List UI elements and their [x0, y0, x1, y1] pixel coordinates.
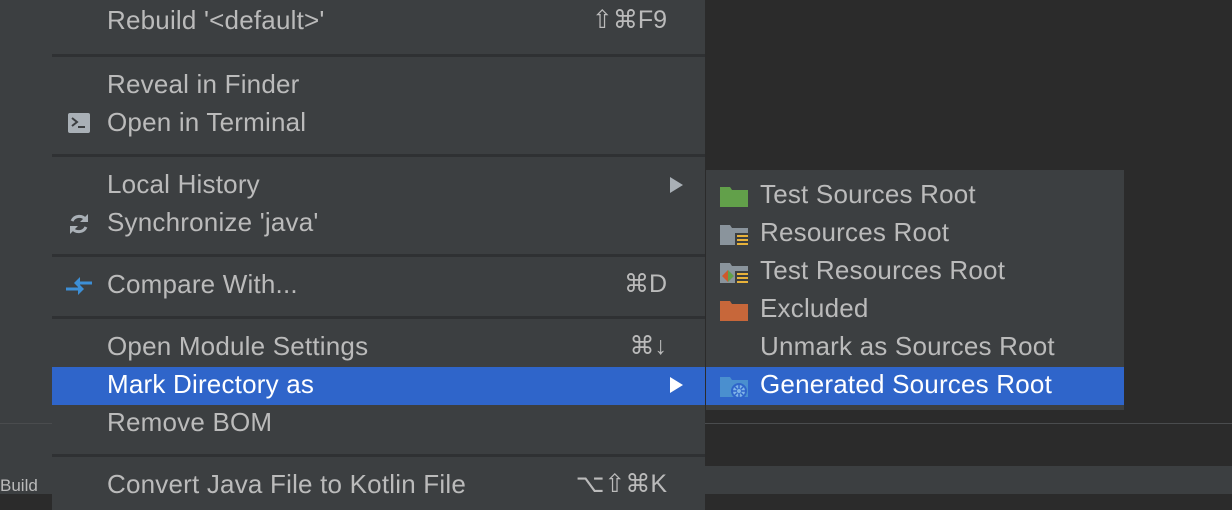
menu-item-local-history[interactable]: Local History — [52, 167, 705, 205]
compare-arrows-icon — [64, 273, 94, 299]
menu-separator — [52, 254, 705, 257]
menu-item-open-in-terminal[interactable]: Open in Terminal — [52, 105, 705, 143]
menu-item-label: Rebuild '<default>' — [107, 5, 325, 35]
menu-item-mark-directory-as[interactable]: Mark Directory as — [52, 367, 705, 405]
submenu-item-label: Unmark as Sources Root — [760, 331, 1055, 361]
submenu-item-resources-root[interactable]: Resources Root — [706, 215, 1124, 253]
menu-item-compare-with[interactable]: Compare With... ⌘D — [52, 267, 705, 305]
resources-folder-icon — [718, 221, 750, 249]
menu-separator — [52, 154, 705, 157]
menu-item-convert-java-to-kotlin[interactable]: Convert Java File to Kotlin File ⌥⇧⌘K — [52, 467, 705, 505]
context-menu: Rebuild '<default>' ⇧⌘F9 Reveal in Finde… — [52, 0, 705, 510]
menu-item-label: Convert Java File to Kotlin File — [107, 469, 466, 499]
menu-item-shortcut: ⌘D — [623, 270, 667, 298]
menu-item-label: Open in Terminal — [107, 107, 307, 137]
mark-directory-submenu: Test Sources Root Resources Root Test Re… — [706, 170, 1124, 410]
submenu-item-unmark-sources-root[interactable]: Unmark as Sources Root — [706, 329, 1124, 367]
menu-item-label: Remove BOM — [107, 407, 273, 437]
excluded-folder-icon — [718, 297, 750, 325]
menu-item-label: Local History — [107, 169, 260, 199]
sync-icon — [64, 211, 94, 237]
submenu-item-label: Resources Root — [760, 217, 950, 247]
terminal-icon — [64, 111, 94, 137]
build-tool-tab[interactable]: Build — [0, 476, 38, 496]
submenu-item-test-resources-root[interactable]: Test Resources Root — [706, 253, 1124, 291]
submenu-item-label: Test Sources Root — [760, 179, 976, 209]
menu-separator — [52, 316, 705, 319]
menu-separator — [52, 54, 705, 57]
menu-item-remove-bom[interactable]: Remove BOM — [52, 405, 705, 443]
menu-item-synchronize[interactable]: Synchronize 'java' — [52, 205, 705, 243]
menu-item-open-module-settings[interactable]: Open Module Settings ⌘↓ — [52, 329, 705, 367]
menu-separator — [52, 454, 705, 457]
generated-sources-folder-icon — [718, 373, 750, 401]
menu-item-label: Compare With... — [107, 269, 298, 299]
submenu-item-label: Test Resources Root — [760, 255, 1006, 285]
submenu-arrow-icon — [670, 177, 683, 193]
menu-item-rebuild[interactable]: Rebuild '<default>' ⇧⌘F9 — [52, 3, 705, 41]
submenu-item-label: Excluded — [760, 293, 869, 323]
test-resources-folder-icon — [718, 259, 750, 287]
menu-item-label: Open Module Settings — [107, 331, 369, 361]
submenu-arrow-icon — [670, 377, 683, 393]
submenu-item-label: Generated Sources Root — [760, 369, 1053, 399]
menu-item-shortcut: ⌘↓ — [629, 332, 668, 360]
menu-item-shortcut: ⇧⌘F9 — [591, 6, 667, 34]
menu-item-label: Synchronize 'java' — [107, 207, 319, 237]
menu-item-label: Mark Directory as — [107, 369, 315, 399]
submenu-item-test-sources-root[interactable]: Test Sources Root — [706, 177, 1124, 215]
test-sources-folder-icon — [718, 183, 750, 211]
menu-item-reveal-in-finder[interactable]: Reveal in Finder — [52, 67, 705, 105]
menu-item-label: Reveal in Finder — [107, 69, 300, 99]
submenu-item-excluded[interactable]: Excluded — [706, 291, 1124, 329]
menu-item-shortcut: ⌥⇧⌘K — [575, 470, 667, 498]
submenu-item-generated-sources-root[interactable]: Generated Sources Root — [706, 367, 1124, 405]
ide-side-panel — [0, 0, 52, 494]
